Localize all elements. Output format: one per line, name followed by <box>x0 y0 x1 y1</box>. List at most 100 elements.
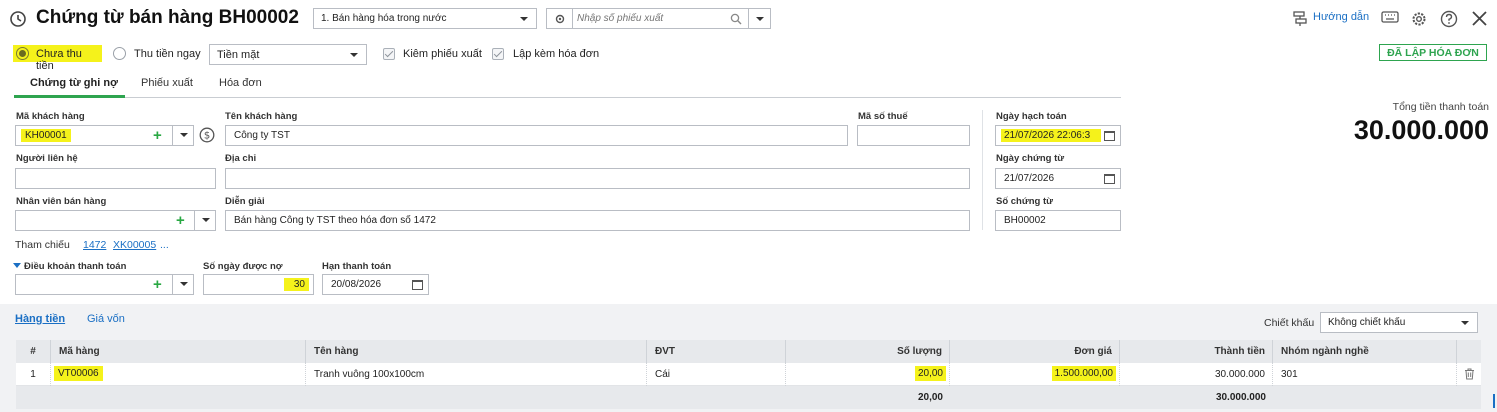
reference-more[interactable]: ... <box>160 239 169 251</box>
chevron-down-icon[interactable] <box>172 126 193 145</box>
search-input[interactable] <box>577 11 727 25</box>
add-icon[interactable]: + <box>176 213 185 228</box>
close-icon[interactable] <box>1471 10 1488 27</box>
paid-radio[interactable] <box>113 47 126 60</box>
reference-link-export[interactable]: XK00005 <box>113 239 156 251</box>
collapse-icon[interactable] <box>13 263 21 268</box>
payment-terms-field[interactable]: + <box>15 274 194 295</box>
salesperson-label: Nhân viên bán hàng <box>16 196 107 207</box>
total-value: 30.000.000 <box>1353 115 1489 145</box>
invoice-checkbox[interactable] <box>492 48 504 60</box>
radio-selected[interactable] <box>16 47 29 60</box>
col-unit-price: Đơn giá <box>950 340 1120 363</box>
settings-icon[interactable] <box>1410 10 1428 28</box>
credit-days-field[interactable]: 30 <box>203 274 314 295</box>
row-actions <box>1457 363 1481 386</box>
salesperson-field[interactable]: + <box>15 210 216 231</box>
row-unit[interactable]: Cái <box>647 363 786 386</box>
contact-field[interactable] <box>15 168 216 189</box>
row-item-code[interactable]: VT00006 <box>51 363 306 386</box>
discount-select[interactable]: Không chiết khấu <box>1320 312 1478 333</box>
search-box[interactable] <box>546 8 771 29</box>
voucher-no-field[interactable]: BH00002 <box>995 210 1121 231</box>
reference-link-invoice[interactable]: 1472 <box>83 239 106 251</box>
customer-code-field[interactable]: KH00001 + <box>15 125 194 146</box>
calendar-icon[interactable] <box>412 280 423 290</box>
guide-icon[interactable] <box>1292 10 1308 27</box>
status-badge: ĐÃ LẬP HÓA ĐƠN <box>1379 44 1487 61</box>
due-date-field[interactable]: 20/08/2026 <box>322 274 429 295</box>
add-icon[interactable]: + <box>153 128 162 143</box>
description-label: Diễn giải <box>225 196 265 207</box>
voucher-date-value: 21/07/2026 <box>1004 173 1055 184</box>
sale-type-value: 1. Bán hàng hóa trong nước <box>321 13 447 24</box>
unpaid-option[interactable]: Chưa thu tiền <box>13 45 102 72</box>
col-item-code: Mã hàng <box>51 340 306 363</box>
row-quantity[interactable]: 20,00 <box>786 363 950 386</box>
divider <box>748 9 749 28</box>
customer-name-label: Tên khách hàng <box>225 111 298 122</box>
posting-date-field[interactable]: 21/07/2026 22:06:3 <box>995 125 1121 146</box>
scroll-indicator[interactable] <box>1493 394 1495 408</box>
export-slip-checkbox[interactable] <box>383 48 395 60</box>
item-code-value: VT00006 <box>54 366 103 381</box>
history-icon[interactable] <box>9 10 27 28</box>
section-divider <box>982 110 983 230</box>
chevron-down-icon <box>350 53 358 57</box>
chevron-down-icon[interactable] <box>756 17 764 21</box>
voucher-no-label: Số chứng từ <box>996 196 1054 207</box>
chevron-down-icon <box>1461 321 1469 325</box>
quantity-value: 20,00 <box>914 366 946 381</box>
unit-price-value: 1.500.000,00 <box>1051 366 1116 381</box>
tab-goods-money[interactable]: Hàng tiền <box>15 313 65 325</box>
calendar-icon[interactable] <box>1104 131 1115 141</box>
chevron-down-icon[interactable] <box>194 211 215 230</box>
tab-export-slip[interactable]: Phiếu xuất <box>141 77 193 89</box>
help-icon[interactable] <box>1440 10 1458 28</box>
customer-code-value: KH00001 <box>21 129 71 142</box>
calendar-icon[interactable] <box>1104 174 1115 184</box>
discount-value: Không chiết khấu <box>1328 317 1406 328</box>
table-row[interactable]: 1 VT00006 Tranh vuông 100x100cm Cái 20,0… <box>16 363 1481 386</box>
tab-cost-price[interactable]: Giá vốn <box>87 313 125 325</box>
discount-label: Chiết khấu <box>1264 317 1315 329</box>
chevron-down-icon[interactable] <box>172 275 193 294</box>
posting-date-value: 21/07/2026 22:06:3 <box>1001 129 1101 142</box>
col-index: # <box>16 340 51 363</box>
sale-type-select[interactable]: 1. Bán hàng hóa trong nước <box>313 8 537 29</box>
divider <box>572 9 573 28</box>
trash-icon[interactable] <box>1464 368 1475 380</box>
help-link[interactable]: Hướng dẫn <box>1313 11 1369 23</box>
footer-quantity: 20,00 <box>917 392 943 403</box>
address-field[interactable] <box>225 168 970 189</box>
customer-name-field[interactable]: Công ty TST <box>225 125 848 146</box>
row-amount[interactable]: 30.000.000 <box>1120 363 1273 386</box>
table-footer: 20,00 30.000.000 <box>16 386 1481 409</box>
total-label: Tổng tiền thanh toán <box>1392 101 1489 113</box>
gear-icon[interactable] <box>554 13 566 25</box>
col-quantity: Số lượng <box>786 340 950 363</box>
col-actions <box>1457 340 1481 363</box>
tab-debit-voucher[interactable]: Chứng từ ghi nợ <box>30 77 118 89</box>
svg-text:$: $ <box>204 131 210 142</box>
paid-label: Thu tiền ngay <box>134 48 201 60</box>
row-industry[interactable]: 301 <box>1273 363 1457 386</box>
active-tab-indicator <box>14 95 125 98</box>
keyboard-icon[interactable] <box>1381 11 1399 25</box>
tab-invoice[interactable]: Hóa đơn <box>219 77 262 89</box>
tab-divider <box>14 97 1121 98</box>
payment-method-select[interactable]: Tiền mặt <box>209 44 367 65</box>
description-field[interactable]: Bán hàng Công ty TST theo hóa đơn số 147… <box>225 210 970 231</box>
row-unit-price[interactable]: 1.500.000,00 <box>950 363 1120 386</box>
due-date-label: Hạn thanh toán <box>322 261 392 272</box>
tax-code-field[interactable] <box>857 125 970 146</box>
search-icon[interactable] <box>730 13 742 25</box>
dollar-icon[interactable]: $ <box>199 127 215 143</box>
payment-terms-label: Điều khoản thanh toán <box>24 261 127 272</box>
voucher-date-field[interactable]: 21/07/2026 <box>995 168 1121 189</box>
voucher-date-label: Ngày chứng từ <box>996 153 1065 164</box>
row-item-name[interactable]: Tranh vuông 100x100cm <box>306 363 647 386</box>
tax-code-label: Mã số thuế <box>858 111 908 122</box>
payment-method-value: Tiền mặt <box>217 49 260 61</box>
add-icon[interactable]: + <box>153 277 162 292</box>
